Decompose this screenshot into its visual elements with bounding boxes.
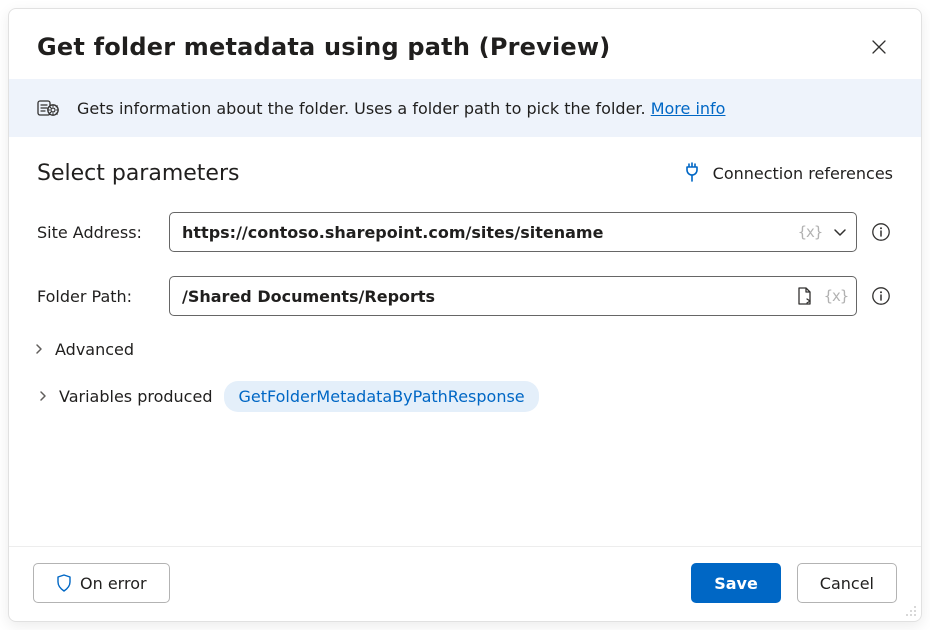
connector-icon (37, 97, 59, 119)
dialog: Get folder metadata using path (Preview)… (8, 8, 922, 622)
on-error-button[interactable]: On error (33, 563, 170, 603)
info-banner-description: Gets information about the folder. Uses … (77, 99, 651, 118)
chevron-down-icon (832, 224, 848, 240)
close-button[interactable] (865, 33, 893, 61)
save-button[interactable]: Save (691, 563, 781, 603)
site-address-info[interactable] (869, 222, 893, 242)
dialog-title: Get folder metadata using path (Preview) (37, 33, 610, 61)
variable-chip[interactable]: GetFolderMetadataByPathResponse (224, 381, 538, 412)
section-header-row: Select parameters Connection references (37, 161, 893, 186)
dialog-footer: On error Save Cancel (9, 546, 921, 621)
save-label: Save (714, 574, 758, 593)
folder-path-label: Folder Path: (37, 287, 157, 306)
folder-path-trailing: {x} (796, 286, 848, 306)
folder-path-input[interactable] (182, 287, 796, 306)
param-row-site-address: Site Address: {x} (37, 212, 893, 252)
fx-token-icon[interactable]: {x} (824, 287, 848, 305)
section-title: Select parameters (37, 161, 239, 186)
cancel-button[interactable]: Cancel (797, 563, 897, 603)
shield-icon (56, 574, 72, 592)
close-icon (871, 39, 887, 55)
info-icon (871, 286, 891, 306)
on-error-label: On error (80, 574, 147, 593)
info-banner: Gets information about the folder. Uses … (9, 79, 921, 137)
site-address-dropdown[interactable] (832, 224, 848, 240)
plug-icon (683, 162, 701, 186)
chevron-right-icon (33, 340, 45, 359)
variables-label: Variables produced (59, 387, 212, 406)
site-address-trailing: {x} (798, 223, 848, 241)
chevron-right-icon (37, 387, 49, 406)
fx-token-icon[interactable]: {x} (798, 223, 822, 241)
dialog-body: Select parameters Connection references … (9, 137, 921, 546)
site-address-label: Site Address: (37, 223, 157, 242)
connection-references-button[interactable]: Connection references (683, 162, 893, 186)
more-info-link[interactable]: More info (651, 99, 726, 118)
site-address-field[interactable]: {x} (169, 212, 857, 252)
variables-toggle[interactable]: Variables produced (37, 387, 212, 406)
param-row-folder-path: Folder Path: {x} (37, 276, 893, 316)
cancel-label: Cancel (820, 574, 874, 593)
advanced-label: Advanced (55, 340, 134, 359)
dialog-header: Get folder metadata using path (Preview) (9, 9, 921, 79)
connection-references-label: Connection references (713, 164, 893, 183)
file-browse-icon (796, 286, 814, 306)
folder-picker-button[interactable] (796, 286, 814, 306)
resize-grip-icon[interactable] (903, 603, 917, 617)
variables-row: Variables produced GetFolderMetadataByPa… (37, 381, 893, 412)
info-banner-text: Gets information about the folder. Uses … (77, 99, 725, 118)
advanced-toggle[interactable]: Advanced (33, 340, 893, 359)
footer-right: Save Cancel (691, 563, 897, 603)
info-icon (871, 222, 891, 242)
folder-path-field[interactable]: {x} (169, 276, 857, 316)
site-address-input[interactable] (182, 223, 798, 242)
folder-path-info[interactable] (869, 286, 893, 306)
